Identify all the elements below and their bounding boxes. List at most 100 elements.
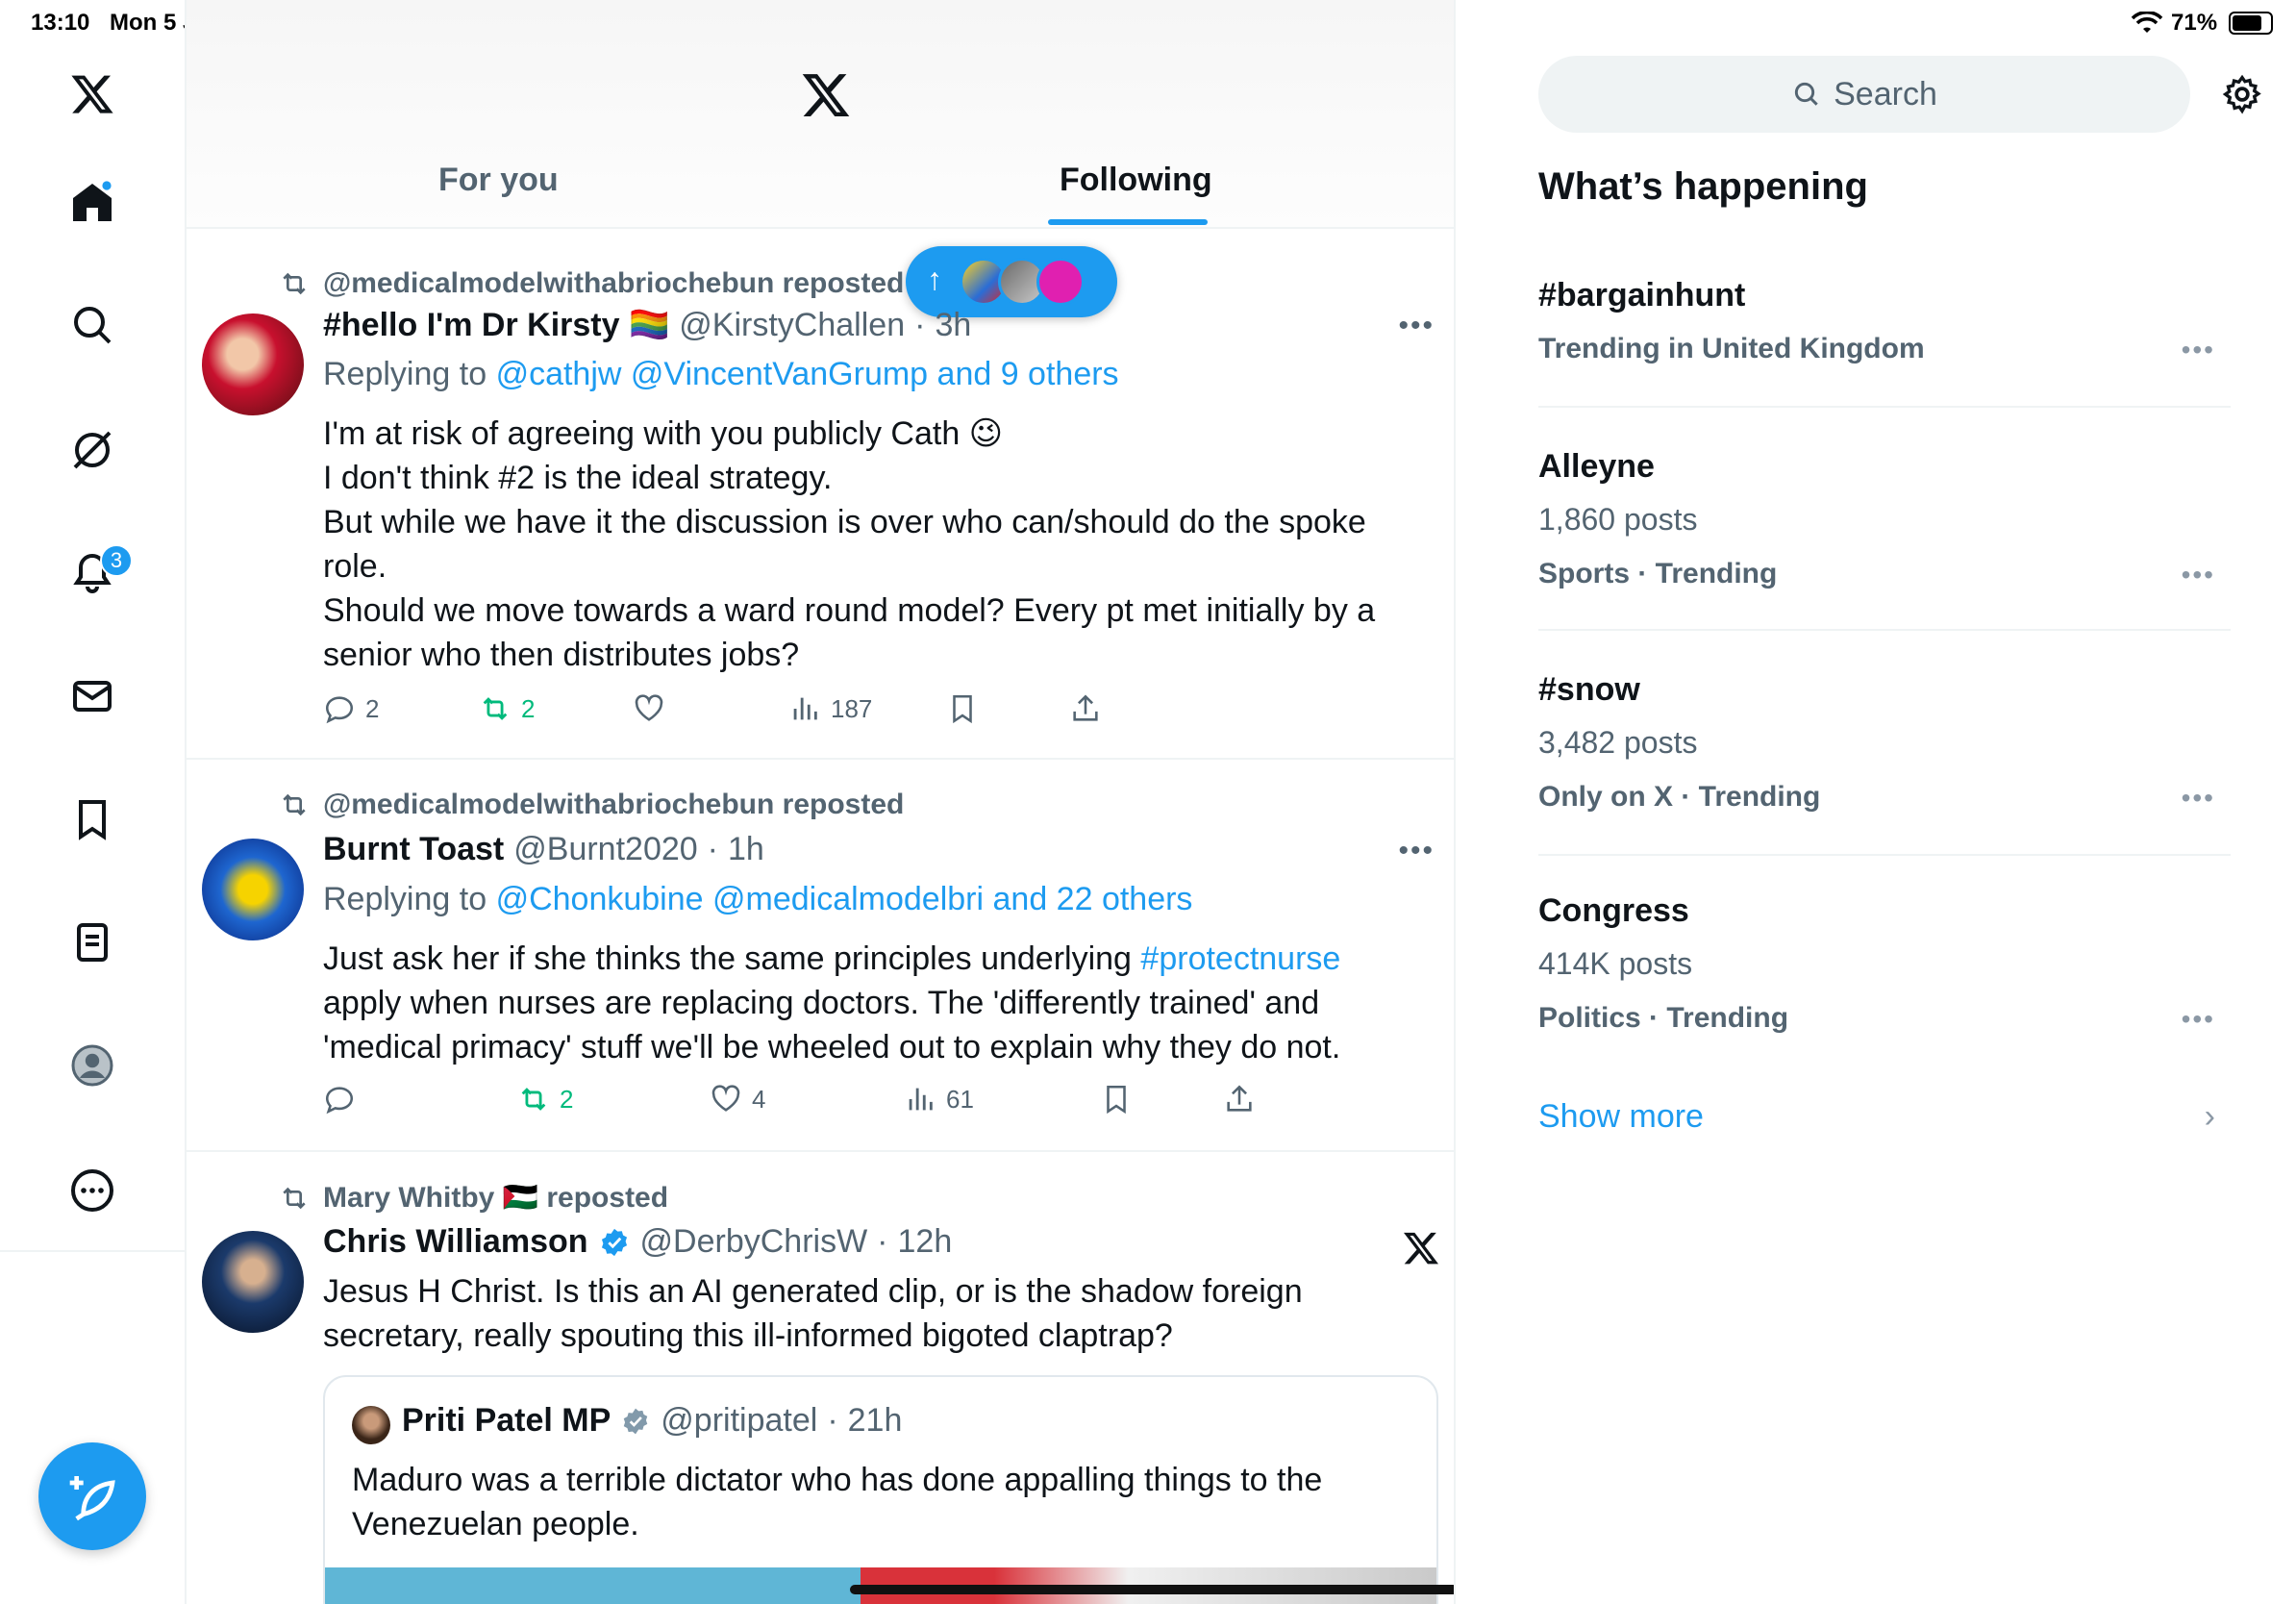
tweet-time[interactable]: 1h xyxy=(728,831,764,868)
trend-item[interactable]: Alleyne 1,860 posts Sports · Trending ••… xyxy=(1538,408,2231,631)
author-name[interactable]: Chris Williamson xyxy=(323,1223,588,1261)
quoted-tweet-text: Maduro was a terrible dictator who has d… xyxy=(352,1462,1323,1542)
bookmark-icon xyxy=(1107,1085,1126,1115)
trend-more-icon[interactable]: ••• xyxy=(2182,560,2215,590)
tweet-more-icon[interactable]: ••• xyxy=(1398,310,1435,342)
trend-post-count: 1,860 posts xyxy=(1538,502,1698,537)
author-handle[interactable]: @DerbyChrisW xyxy=(640,1223,868,1261)
views-chart-icon xyxy=(909,1088,933,1111)
compose-post-button[interactable] xyxy=(38,1442,146,1550)
search-icon[interactable] xyxy=(62,294,123,356)
repost-button[interactable]: 2 xyxy=(479,692,535,725)
tweet[interactable]: Mary Whitby 🇵🇸 reposted Chris Williamson… xyxy=(187,1154,1454,1604)
replying-to-link[interactable]: @Chonkubine @medicalmodelbri and 22 othe… xyxy=(496,881,1193,917)
x-logo-icon[interactable] xyxy=(62,63,123,125)
notifications-badge: 3 xyxy=(100,544,133,577)
repost-button[interactable]: 2 xyxy=(517,1083,573,1115)
author-handle[interactable]: @KirstyChallen xyxy=(679,307,905,344)
show-more-link[interactable]: Show more › xyxy=(1538,1098,2231,1146)
avatar[interactable] xyxy=(202,839,304,940)
grok-icon[interactable] xyxy=(62,419,123,481)
reply-icon xyxy=(325,696,354,724)
section-title: What’s happening xyxy=(1538,165,1868,208)
bookmark-button[interactable] xyxy=(1100,1083,1133,1115)
tab-for-you[interactable]: For you xyxy=(438,162,559,199)
tweet-author-line: Chris Williamson @DerbyChrisW · 12h xyxy=(323,1223,953,1261)
like-button[interactable]: 4 xyxy=(710,1083,765,1115)
trend-item[interactable]: #bargainhunt Trending in United Kingdom … xyxy=(1538,260,2231,408)
quoted-tweet[interactable]: Priti Patel MP @pritipatel · 21h Maduro … xyxy=(323,1375,1438,1604)
trend-item[interactable]: Congress 414K posts Politics · Trending … xyxy=(1538,856,2231,1079)
search-placeholder: Search xyxy=(1834,75,1937,113)
x-logo-icon[interactable] xyxy=(1402,1229,1440,1267)
avatar[interactable] xyxy=(352,1406,390,1444)
views-button[interactable]: 61 xyxy=(904,1083,974,1115)
repost-icon xyxy=(283,793,306,816)
author-name[interactable]: #hello I'm Dr Kirsty 🏳️‍🌈 xyxy=(323,306,669,344)
bookmarks-icon[interactable] xyxy=(62,789,123,850)
tweet-time[interactable]: 3h xyxy=(935,307,971,344)
quoted-author-handle[interactable]: @pritipatel xyxy=(661,1402,817,1440)
profile-avatar-icon[interactable] xyxy=(62,1035,123,1096)
repost-context: @medicalmodelwithabriochebun reposted xyxy=(279,267,904,300)
author-name[interactable]: Burnt Toast xyxy=(323,831,504,868)
tweet[interactable]: @medicalmodelwithabriochebun reposted #h… xyxy=(187,231,1454,760)
views-chart-icon xyxy=(793,697,817,720)
tweet-actions: 2 2 187 xyxy=(323,692,1285,731)
reply-icon xyxy=(325,1087,354,1115)
repost-by-label[interactable]: Mary Whitby 🇵🇸 reposted xyxy=(323,1181,668,1215)
trend-name: Alleyne xyxy=(1538,448,1655,485)
chevron-right-icon: › xyxy=(2204,1098,2215,1135)
trend-more-icon[interactable]: ••• xyxy=(2182,335,2215,365)
quoted-tweet-time[interactable]: 21h xyxy=(848,1402,903,1440)
repost-by-label[interactable]: @medicalmodelwithabriochebun reposted xyxy=(323,789,904,821)
show-more-label: Show more xyxy=(1538,1098,1704,1135)
avatar[interactable] xyxy=(202,313,304,415)
home-icon[interactable] xyxy=(62,171,123,233)
tweet-more-icon[interactable]: ••• xyxy=(1398,835,1435,867)
tweet-text: I'm at risk of agreeing with you publicl… xyxy=(323,412,1419,677)
share-icon xyxy=(1073,694,1098,721)
tweet-time[interactable]: 12h xyxy=(898,1223,953,1261)
views-button[interactable]: 187 xyxy=(788,692,872,725)
trend-more-icon[interactable]: ••• xyxy=(2182,783,2215,814)
replying-to-link[interactable]: @cathjw @VincentVanGrump and 9 others xyxy=(496,356,1119,392)
trend-name: #bargainhunt xyxy=(1538,277,1746,313)
quoted-author-name[interactable]: Priti Patel MP xyxy=(402,1402,611,1440)
author-handle[interactable]: @Burnt2020 xyxy=(513,831,697,868)
trend-more-icon[interactable]: ••• xyxy=(2182,1004,2215,1035)
search-input[interactable]: Search xyxy=(1538,56,2190,133)
reply-button[interactable] xyxy=(323,1083,365,1115)
share-button[interactable] xyxy=(1069,692,1102,725)
hashtag-link[interactable]: #protectnurse xyxy=(1140,940,1340,977)
lists-icon[interactable] xyxy=(62,912,123,973)
bookmark-icon xyxy=(953,694,972,724)
tweet[interactable]: @medicalmodelwithabriochebun reposted Bu… xyxy=(187,762,1454,1152)
tweet-line: Should we move towards a ward round mode… xyxy=(323,592,1376,673)
share-button[interactable] xyxy=(1223,1083,1256,1115)
tweet-line: I'm at risk of agreeing with you publicl… xyxy=(323,415,1004,452)
tab-following[interactable]: Following xyxy=(1060,162,1212,199)
reply-button[interactable]: 2 xyxy=(323,692,379,725)
x-logo-icon[interactable] xyxy=(800,69,852,121)
repost-context: Mary Whitby 🇵🇸 reposted xyxy=(279,1181,668,1215)
repost-by-label[interactable]: @medicalmodelwithabriochebun reposted xyxy=(323,267,904,300)
like-button[interactable] xyxy=(633,692,675,725)
avatar[interactable] xyxy=(202,1231,304,1333)
trend-post-count: 3,482 posts xyxy=(1538,725,1698,760)
trend-name: Congress xyxy=(1538,892,1689,929)
repost-count: 2 xyxy=(560,1084,574,1114)
more-options-icon[interactable] xyxy=(62,1160,123,1221)
bookmark-button[interactable] xyxy=(946,692,979,725)
timeline-column: For you Following ↑ @medicalmodelwithabr… xyxy=(187,0,1456,1604)
settings-gear-icon[interactable] xyxy=(2221,73,2263,115)
replying-prefix: Replying to xyxy=(323,881,487,917)
messages-envelope-icon[interactable] xyxy=(62,665,123,727)
trend-item[interactable]: #snow 3,482 posts Only on X · Trending •… xyxy=(1538,631,2231,856)
verified-badge-icon xyxy=(624,1408,648,1434)
view-count: 187 xyxy=(831,693,873,723)
repost-icon xyxy=(521,1088,546,1111)
feather-plus-icon xyxy=(69,1476,115,1521)
home-indicator[interactable] xyxy=(850,1585,1454,1594)
heart-icon xyxy=(711,1085,740,1112)
